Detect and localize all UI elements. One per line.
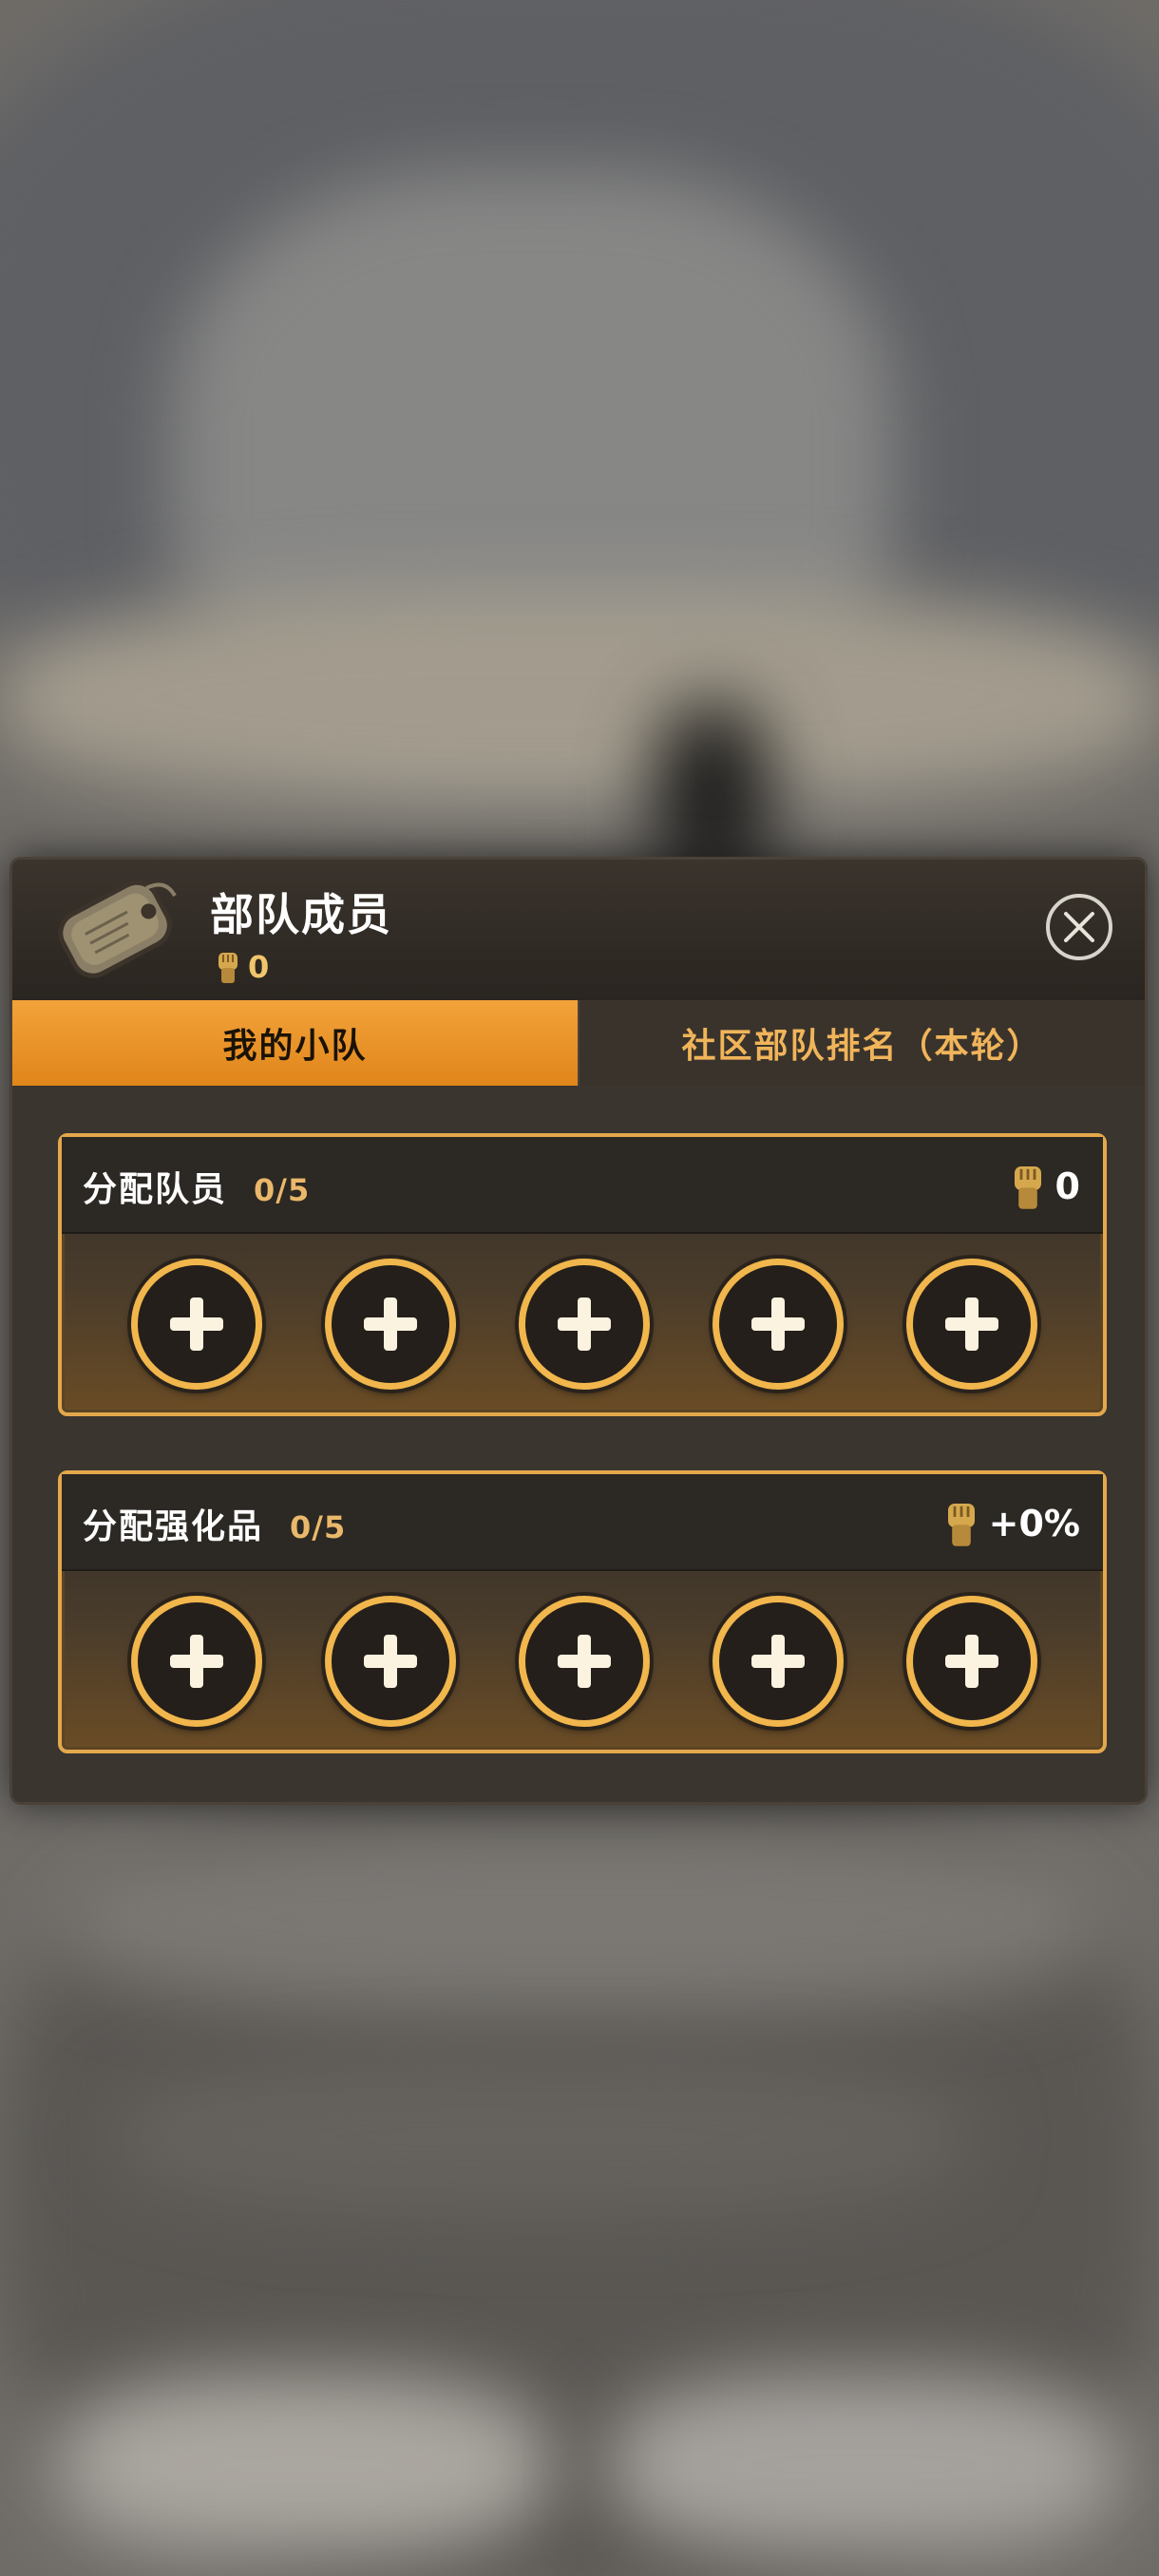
plus-icon	[751, 1297, 805, 1351]
section-title: 分配强化品	[83, 1507, 264, 1546]
section-power-value: 0	[1054, 1165, 1080, 1207]
section-title: 分配队员	[83, 1170, 228, 1209]
add-booster-slot[interactable]	[712, 1596, 844, 1727]
fist-icon	[1014, 1166, 1041, 1209]
tab-community-ranking[interactable]: 社区部队排名（本轮）	[578, 1000, 1145, 1086]
troop-members-modal: 部队成员 0 我的小队 社区部队排名（本轮） 分配队员 0/5 0 分配强化品 …	[10, 857, 1148, 1805]
section-count: 0/5	[254, 1172, 311, 1208]
add-member-slot[interactable]	[519, 1259, 650, 1390]
add-member-slot[interactable]	[906, 1259, 1037, 1390]
assign-boosters-panel: 分配强化品 0/5 +0%	[58, 1470, 1107, 1753]
section-bonus: +0%	[941, 1497, 1080, 1550]
add-booster-slot[interactable]	[325, 1596, 456, 1727]
troop-power-value: 0	[248, 949, 270, 985]
plus-icon	[945, 1635, 998, 1688]
panel-header: 分配队员 0/5 0	[62, 1137, 1103, 1234]
add-booster-slot[interactable]	[906, 1596, 1037, 1727]
add-booster-slot[interactable]	[519, 1596, 650, 1727]
modal-header: 部队成员 0	[12, 860, 1145, 1000]
assign-members-panel: 分配队员 0/5 0	[58, 1133, 1107, 1416]
fist-icon	[218, 953, 238, 983]
member-slots	[62, 1232, 1105, 1416]
add-member-slot[interactable]	[325, 1259, 456, 1390]
dog-tag-icon	[58, 880, 177, 978]
tab-bar: 我的小队 社区部队排名（本轮）	[12, 1000, 1145, 1086]
plus-icon	[364, 1635, 417, 1688]
add-booster-slot[interactable]	[131, 1596, 262, 1727]
panel-header: 分配强化品 0/5 +0%	[62, 1474, 1103, 1571]
plus-icon	[170, 1635, 223, 1688]
plus-icon	[558, 1297, 611, 1351]
troop-power: 0	[214, 949, 269, 985]
plus-icon	[558, 1635, 611, 1688]
section-count: 0/5	[290, 1509, 347, 1545]
section-power: 0	[1008, 1160, 1080, 1213]
plus-icon	[751, 1635, 805, 1688]
tab-content: 分配队员 0/5 0 分配强化品 0/5 +0%	[12, 1086, 1145, 1802]
plus-icon	[945, 1297, 998, 1351]
plus-icon	[170, 1297, 223, 1351]
booster-slots	[62, 1569, 1105, 1753]
modal-title: 部队成员	[210, 889, 392, 940]
plus-icon	[364, 1297, 417, 1351]
close-icon	[1064, 912, 1094, 942]
add-member-slot[interactable]	[712, 1259, 844, 1390]
section-bonus-value: +0%	[988, 1503, 1080, 1544]
fist-icon	[947, 1504, 975, 1546]
tab-my-squad[interactable]: 我的小队	[12, 1000, 578, 1086]
add-member-slot[interactable]	[131, 1259, 262, 1390]
close-button[interactable]	[1046, 894, 1112, 960]
